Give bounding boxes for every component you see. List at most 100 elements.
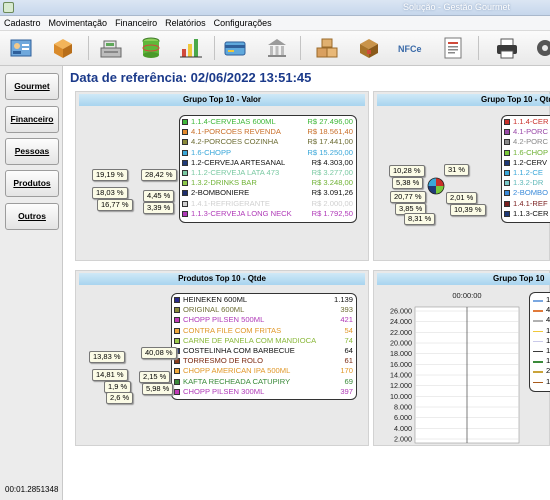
legend-swatch: [174, 358, 180, 365]
elapsed-timer: 00:01.2851348: [5, 485, 59, 494]
nav-financeiro-button[interactable]: Financeiro: [5, 106, 59, 133]
legend-swatch: [174, 307, 180, 314]
legend-item: KAFTA RECHEADA CATUPIRY 69: [172, 377, 356, 387]
y-tick-label: 12.000: [390, 381, 412, 390]
menu-configuracoes[interactable]: Configurações: [210, 16, 276, 28]
bar-chart-icon[interactable]: [178, 35, 204, 61]
legend-label: 4.2-PORC: [513, 137, 549, 147]
legend-value: 393: [340, 305, 353, 315]
report-icon[interactable]: [440, 35, 466, 61]
window-title: Solução - Gestão Gourmet: [402, 2, 510, 12]
legend-label: CHOPP AMERICAN IPA 500ML: [183, 366, 291, 376]
panel-title: Grupo Top 10: [377, 273, 550, 285]
legend-item: 2-BOMBONIERE R$ 3.091,26: [180, 188, 356, 198]
pie-label: 40,08 %: [141, 347, 177, 359]
panel-grupo-qtde: Grupo Top 10 - Qtde 1.1.4-CER4.1-PORC4.2…: [373, 91, 550, 261]
legend-label: 1.1.3-CERVEJA LONG NECK: [191, 208, 292, 218]
legend-line: [533, 320, 543, 322]
legend-swatch: [182, 190, 188, 197]
toolbar-separator: [478, 36, 479, 60]
legend-label: 4.1-PORC: [513, 127, 549, 137]
boxes-icon[interactable]: [314, 35, 340, 61]
legend-swatch: [504, 190, 510, 197]
legend-item: 1.3.2-DR: [502, 178, 550, 188]
legend-item: 1.6-CHOPP R$ 15.250,00: [180, 148, 356, 158]
legend-item: 1.: [530, 336, 550, 346]
database-icon[interactable]: [138, 35, 164, 61]
legend-item: 1.4.1-REFRIGERANTE R$ 2.000,00: [180, 199, 356, 209]
left-nav: Gourmet Financeiro Pessoas Produtos Outr…: [0, 66, 63, 500]
legend-label: 1.2-CERVEJA ARTESANAL: [191, 157, 286, 167]
toolbar-separator: [300, 36, 301, 60]
legend-swatch: [504, 210, 510, 217]
legend-item: 1.: [530, 326, 550, 336]
legend-item: 2.: [530, 366, 550, 376]
nav-gourmet-button[interactable]: Gourmet: [5, 73, 59, 100]
legend-grupo-line: 1.4.4.1.1.1.1.2.1.: [529, 292, 550, 392]
legend-swatch: [182, 210, 188, 217]
legend-item: 1.6-CHOP: [502, 148, 550, 158]
pie-label: 18,03 %: [92, 187, 128, 199]
legend-line: [533, 310, 543, 312]
legend-label: 1.3.2-DRINKS BAR: [191, 178, 257, 188]
legend-label: 4.: [546, 305, 550, 315]
printer-icon[interactable]: [494, 35, 520, 61]
pie-label: 5,38 %: [392, 177, 424, 189]
register-icon[interactable]: [8, 35, 34, 61]
legend-line: [533, 361, 543, 363]
legend-grupo-qtde: 1.1.4-CER 4.1-PORC 4.2-PORC 1.6-CHOP 1.2-CER…: [501, 115, 550, 223]
legend-label: TORRESMO DE ROLO: [183, 356, 264, 366]
title-bar: Solução - Gestão Gourmet: [0, 0, 550, 16]
nav-outros-button[interactable]: Outros: [5, 203, 59, 230]
pie-label: 3,39 %: [143, 202, 175, 214]
legend-label: 1.: [546, 376, 550, 386]
legend-swatch: [174, 378, 180, 385]
legend-swatch: [504, 119, 510, 125]
legend-item: 1.1.4-CERVEJAS 600ML R$ 27.496,00: [180, 117, 356, 127]
menu-movimentacao[interactable]: Movimentação: [45, 16, 112, 28]
pie-label: 4,45 %: [143, 190, 175, 202]
legend-swatch: [504, 180, 510, 187]
y-tick-label: 10.000: [390, 392, 412, 401]
nav-produtos-button[interactable]: Produtos: [5, 170, 59, 197]
legend-swatch: [504, 149, 510, 156]
package-icon[interactable]: [356, 35, 382, 61]
settings-icon[interactable]: [532, 35, 550, 61]
main-area: Data de referência: 02/06/2022 13:51:45 …: [63, 66, 550, 500]
legend-produtos-qtde: HEINEKEN 600ML 1.139 ORIGINAL 600ML 393 CHOP…: [171, 293, 357, 400]
legend-label: 2-BOMBONIERE: [191, 188, 250, 198]
y-tick-label: 26.000: [390, 307, 412, 316]
pie-label: 16,77 %: [97, 199, 133, 211]
legend-item: 1.1.3-CER: [502, 209, 550, 219]
legend-value: 74: [344, 335, 353, 345]
menu-financeiro[interactable]: Financeiro: [111, 16, 161, 28]
legend-swatch: [504, 159, 510, 166]
panel-grupo-line: Grupo Top 10 26.000 24.000 22.000 20.000 18.…: [373, 270, 550, 446]
legend-swatch: [182, 149, 188, 156]
legend-label: ORIGINAL 600ML: [183, 305, 245, 315]
legend-item: 4.1-PORC: [502, 127, 550, 137]
nav-pessoas-button[interactable]: Pessoas: [5, 138, 59, 165]
bank-icon[interactable]: [264, 35, 290, 61]
pie-label: 13,83 %: [89, 351, 125, 363]
legend-label: 1.1.2-CERVEJA LATA 473: [191, 167, 280, 177]
box-icon[interactable]: [50, 35, 76, 61]
cash-register-icon[interactable]: [98, 35, 124, 61]
legend-value: 64: [344, 345, 353, 355]
panel-title: Grupo Top 10 - Valor: [79, 94, 365, 106]
legend-item: 1.3.2-DRINKS BAR R$ 3.248,00: [180, 178, 356, 188]
y-tick-label: 4.000: [394, 424, 412, 433]
legend-item: 1.2-CERVEJA ARTESANAL R$ 4.303,00: [180, 158, 356, 168]
menu-cadastro[interactable]: Cadastro: [0, 16, 45, 28]
card-icon[interactable]: [222, 35, 248, 61]
legend-swatch: [182, 200, 188, 207]
legend-swatch: [182, 139, 188, 146]
legend-value: 54: [344, 325, 353, 335]
legend-label: COSTELINHA COM BARBECUE: [183, 345, 295, 355]
legend-label: 1.: [546, 335, 550, 345]
menu-relatorios[interactable]: Relatórios: [161, 16, 210, 28]
y-tick-label: 6.000: [394, 413, 412, 422]
legend-label: 2-BOMBO: [513, 188, 549, 198]
nfce-icon[interactable]: NFCe: [396, 35, 422, 61]
pie-label: 2,6 %: [106, 392, 134, 404]
